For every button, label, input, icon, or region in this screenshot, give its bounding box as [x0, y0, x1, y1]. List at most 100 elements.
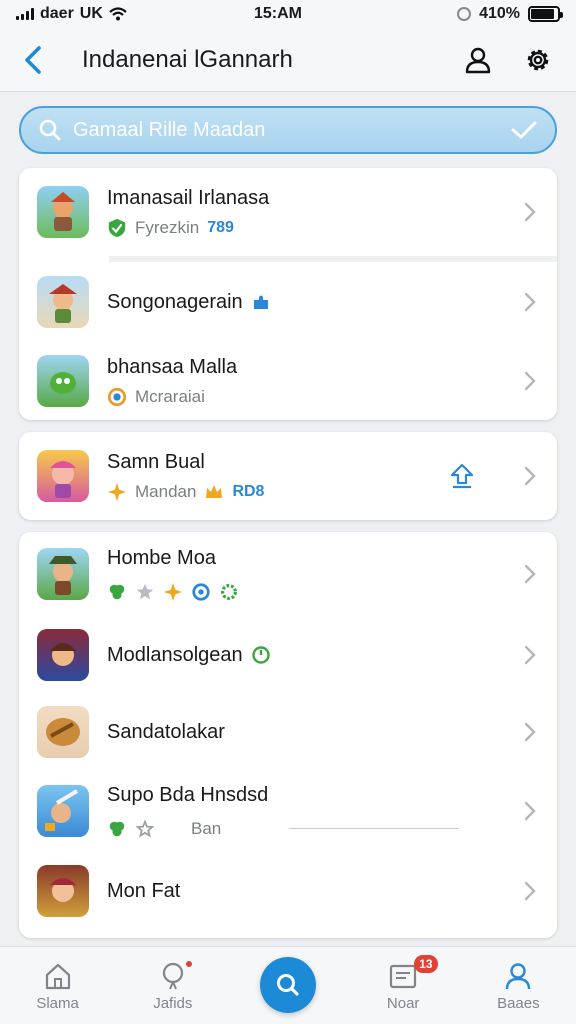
target-icon — [191, 582, 211, 602]
app-icon — [37, 276, 89, 328]
battery-percent: 410% — [479, 5, 520, 22]
app-list-card-2: Samn Bual Mandan RD8 — [19, 432, 557, 520]
star-outline-icon — [135, 818, 155, 839]
search-fab[interactable] — [259, 957, 316, 1013]
item-title: Modlansolgean — [107, 643, 243, 666]
app-list-card-1: Imanasail Irlanasa Fyrezkin 789 Songonag… — [19, 168, 557, 420]
item-subtitle-row: Fyrezkin 789 — [107, 218, 521, 238]
list-item[interactable]: Songonagerain — [19, 262, 557, 342]
battery-level — [531, 9, 555, 19]
user-icon — [465, 47, 491, 73]
chevron-right-icon — [521, 645, 539, 665]
status-right: 410% — [360, 5, 563, 23]
notification-badge: 13 — [414, 955, 438, 973]
app-icon — [37, 186, 89, 238]
balloon-icon — [162, 962, 183, 990]
network-label: UK — [79, 5, 103, 22]
list-item[interactable]: Modlansolgean — [19, 616, 557, 694]
item-title: bhansaa Malla — [107, 355, 238, 378]
tab-bar: Slama Jafids 13 Noar Baaes — [0, 946, 576, 1024]
item-text: Samn Bual Mandan RD8 — [107, 451, 447, 502]
tab-home[interactable]: Slama — [3, 947, 113, 1012]
chevron-right-icon — [521, 801, 539, 821]
list-item[interactable]: Hombe Moa — [19, 532, 557, 616]
item-title: Imanasail Irlanasa — [107, 186, 270, 209]
item-subtitle: Mandan — [135, 481, 197, 501]
item-text: Mon Fat — [107, 880, 521, 903]
status-left: daer UK — [16, 5, 216, 23]
upload-icon[interactable] — [447, 461, 477, 491]
item-text: bhansaa Malla Mcraraiai — [107, 356, 521, 407]
notification-dot — [185, 961, 192, 967]
tab-label: Baaes — [497, 995, 540, 1012]
app-header: Indanenai lGannarh — [0, 28, 576, 92]
list-item[interactable]: Mon Fat — [19, 852, 557, 930]
item-subtitle: Mcraraiai — [135, 386, 205, 406]
list-item[interactable]: Samn Bual Mandan RD8 — [19, 432, 557, 520]
sparkle-icon — [107, 482, 127, 502]
chevron-left-icon — [25, 45, 41, 74]
item-title: Hombe Moa — [107, 546, 216, 569]
cog-green-icon — [219, 582, 239, 602]
check-icon[interactable] — [511, 120, 537, 140]
item-title: Sandatolakar — [107, 720, 225, 743]
profile-button[interactable] — [458, 40, 498, 80]
tab-search[interactable] — [233, 947, 343, 1017]
signal-icon — [16, 8, 34, 20]
item-subtitle: Fyrezkin — [135, 217, 200, 237]
list-item[interactable]: Supo Bda Hnsdsd Ban — [19, 770, 557, 852]
list-item[interactable]: Imanasail Irlanasa Fyrezkin 789 — [19, 168, 557, 256]
item-title: Songonagerain — [107, 290, 243, 313]
item-text: Modlansolgean — [107, 644, 521, 667]
star-icon — [135, 582, 155, 602]
ring-icon — [107, 387, 127, 407]
item-title-row: Songonagerain — [107, 291, 521, 314]
item-title-row: Modlansolgean — [107, 644, 521, 667]
chevron-right-icon — [521, 564, 539, 584]
item-text: Imanasail Irlanasa Fyrezkin 789 — [107, 187, 521, 238]
clover-icon — [107, 582, 127, 602]
check-shield-icon — [107, 218, 127, 238]
search-icon — [276, 974, 299, 996]
app-icon — [37, 629, 89, 681]
home-icon — [45, 963, 70, 990]
status-bar: daer UK 15:AM 410% — [0, 0, 576, 28]
list-item[interactable]: Sandatolakar — [19, 694, 557, 770]
chevron-right-icon — [521, 202, 539, 222]
list-item[interactable]: bhansaa Malla Mcraraiai — [19, 342, 557, 420]
badge-icons-row — [107, 582, 521, 602]
item-text: Supo Bda Hnsdsd Ban — [107, 784, 521, 839]
chevron-right-icon — [521, 292, 539, 312]
rotation-lock-icon — [457, 7, 472, 21]
tab-label: Jafids — [153, 995, 193, 1012]
tab-label: Noar — [386, 995, 420, 1012]
app-list-card-3: Hombe Moa Modlansolgean Sandatolakar Sup… — [19, 532, 557, 938]
tab-games[interactable]: Jafids — [118, 947, 228, 1012]
tab-label: Slama — [36, 995, 79, 1012]
app-icon — [37, 706, 89, 758]
wifi-icon — [109, 7, 127, 21]
item-title: Samn Bual — [107, 450, 205, 473]
item-title: Mon Fat — [107, 879, 181, 902]
tab-profile[interactable]: Baaes — [463, 947, 573, 1012]
item-subtitle-row: Mandan RD8 — [107, 482, 447, 502]
app-icon — [37, 548, 89, 600]
settings-button[interactable] — [518, 40, 558, 80]
chevron-right-icon — [521, 371, 539, 391]
search-icon — [39, 119, 61, 141]
sparkle-icon — [163, 582, 183, 602]
puzzle-icon — [251, 292, 271, 312]
item-tag: RD8 — [232, 482, 265, 500]
search-bar[interactable] — [19, 106, 557, 154]
item-subtitle-row: Mcraraiai — [107, 387, 521, 407]
badge-icons-row: Ban — [107, 819, 521, 839]
row-divider — [289, 828, 460, 829]
battery-icon — [528, 6, 563, 22]
chevron-right-icon — [521, 722, 539, 742]
chevron-right-icon — [521, 466, 539, 486]
tab-inbox[interactable]: 13 Noar — [348, 947, 458, 1012]
item-text: Hombe Moa — [107, 547, 521, 602]
search-input[interactable] — [73, 118, 511, 142]
page-title: Indanenai lGannarh — [82, 45, 293, 73]
back-button[interactable] — [18, 40, 48, 80]
